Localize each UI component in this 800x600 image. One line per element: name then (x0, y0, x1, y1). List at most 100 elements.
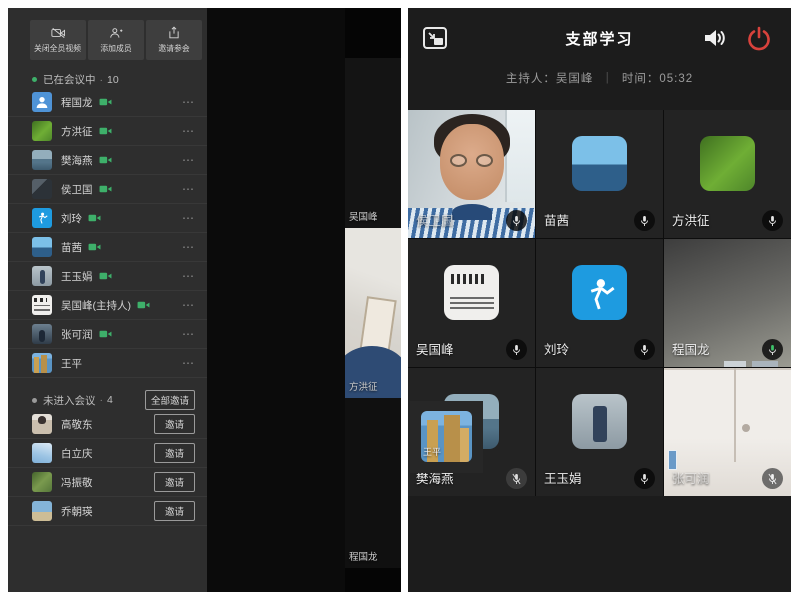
strip-video-tile: 方洪征 (345, 228, 401, 398)
meeting-header: 支部学习 (408, 8, 791, 64)
participant-row[interactable]: 方洪征 ⋯ (8, 117, 207, 146)
video-tile-live[interactable]: 侯卫国 (408, 110, 535, 238)
mic-on-icon (762, 210, 783, 231)
video-tile-live[interactable]: 程国龙 (664, 239, 791, 367)
mic-on-icon (506, 339, 527, 360)
participant-row[interactable]: 侯卫国 ⋯ (8, 175, 207, 204)
avatar (32, 501, 52, 521)
more-icon[interactable]: ⋯ (182, 356, 195, 370)
offline-row[interactable]: 高敬东 邀请 (8, 410, 207, 439)
offline-row[interactable]: 冯振敬 邀请 (8, 468, 207, 497)
avatar (32, 208, 52, 228)
more-icon[interactable]: ⋯ (182, 211, 195, 225)
participant-row[interactable]: 刘玲 ⋯ (8, 204, 207, 233)
add-member-icon (109, 27, 123, 39)
avatar (572, 136, 627, 191)
camera-on-icon (88, 242, 101, 252)
meeting-title: 支部学习 (408, 28, 791, 49)
more-icon[interactable]: ⋯ (182, 269, 195, 283)
not-joined-label: 未进入会议 (43, 393, 96, 408)
time-label: 时间： (622, 73, 660, 85)
avatar (572, 265, 627, 320)
mic-muted-icon (506, 468, 527, 489)
meeting-panel: 支部学习 主持人：吴国峰｜时间：05:32 侯卫国 苗茜 (408, 8, 791, 592)
camera-on-icon (99, 329, 112, 339)
not-joined-count: 4 (107, 394, 113, 406)
avatar (572, 394, 627, 449)
add-member-button[interactable]: 添加成员 (88, 20, 144, 60)
avatar (32, 121, 52, 141)
not-joined-section-header: 未进入会议 · 4 全部邀请 (32, 390, 195, 410)
invite-all-button[interactable]: 全部邀请 (145, 390, 195, 410)
camera-on-icon (88, 213, 101, 223)
invite-meeting-label: 邀请参会 (158, 42, 189, 53)
avatar (32, 414, 52, 434)
more-icon[interactable]: ⋯ (182, 153, 195, 167)
strip-video-tile: 吴国峰 (345, 58, 401, 228)
avatar (32, 266, 52, 286)
invite-button[interactable]: 邀请 (154, 414, 195, 434)
more-icon[interactable]: ⋯ (182, 124, 195, 138)
offline-row[interactable]: 白立庆 邀请 (8, 439, 207, 468)
camera-off-icon (51, 27, 66, 39)
participant-row-host[interactable]: 吴国峰(主持人) ⋯ (8, 291, 207, 320)
camera-on-icon (99, 126, 112, 136)
video-tile-small[interactable]: 王平 (410, 401, 483, 473)
avatar (32, 179, 52, 199)
avatar (32, 150, 52, 170)
in-meeting-section-header: 已在会议中 · 10 (32, 72, 195, 87)
meeting-subtitle: 主持人：吴国峰｜时间：05:32 (408, 70, 791, 86)
toolbar: 关闭全员视频 添加成员 邀请参会 (30, 20, 204, 60)
host-name: 吴国峰 (556, 73, 594, 85)
camera-on-icon (99, 184, 112, 194)
participant-row[interactable]: 樊海燕 ⋯ (8, 146, 207, 175)
more-icon[interactable]: ⋯ (182, 95, 195, 109)
avatar (32, 237, 52, 257)
close-all-video-button[interactable]: 关闭全员视频 (30, 20, 86, 60)
participant-row[interactable]: 王玉娟 ⋯ (8, 262, 207, 291)
avatar (32, 324, 52, 344)
participant-row[interactable]: 张可润 ⋯ (8, 320, 207, 349)
not-joined-list: 高敬东 邀请 白立庆 邀请 冯振敬 邀请 乔朝瑛 邀请 (8, 410, 207, 526)
avatar (32, 472, 52, 492)
participant-row[interactable]: 苗茜 ⋯ (8, 233, 207, 262)
strip-video-tile: 程国龙 (345, 398, 401, 568)
more-icon[interactable]: ⋯ (182, 298, 195, 312)
invite-button[interactable]: 邀请 (154, 443, 195, 463)
participant-row[interactable]: 王平 ⋯ (8, 349, 207, 378)
share-icon (168, 26, 180, 39)
avatar (32, 443, 52, 463)
video-tile-live[interactable]: 张可润 (664, 368, 791, 496)
close-all-video-label: 关闭全员视频 (35, 42, 82, 53)
offline-row[interactable]: 乔朝瑛 邀请 (8, 497, 207, 526)
power-leave-icon[interactable] (745, 25, 773, 53)
mic-on-icon (634, 339, 655, 360)
video-tile[interactable]: 苗茜 (536, 110, 663, 238)
invite-button[interactable]: 邀请 (154, 501, 195, 521)
gray-status-dot (32, 398, 37, 403)
in-meeting-list: 程国龙 ⋯ 方洪征 ⋯ 樊海燕 ⋯ 侯卫国 ⋯ 刘玲 ⋯ (8, 88, 207, 378)
video-tile[interactable]: 王玉娟 (536, 368, 663, 496)
more-icon[interactable]: ⋯ (182, 240, 195, 254)
more-icon[interactable]: ⋯ (182, 327, 195, 341)
video-tile[interactable]: 刘玲 (536, 239, 663, 367)
video-tile[interactable]: 吴国峰 (408, 239, 535, 367)
participant-row[interactable]: 程国龙 ⋯ (8, 88, 207, 117)
avatar (32, 295, 52, 315)
volume-icon[interactable] (701, 26, 729, 52)
camera-on-icon (99, 271, 112, 281)
subtitle-separator: ｜ (601, 73, 614, 85)
camera-on-icon (99, 155, 112, 165)
in-meeting-label: 已在会议中 (43, 72, 96, 87)
background-video-strip: 吴国峰 方洪征 程国龙 (345, 8, 401, 592)
mic-on-icon (634, 210, 655, 231)
mic-on-icon (634, 468, 655, 489)
invite-meeting-button[interactable]: 邀请参会 (146, 20, 202, 60)
more-icon[interactable]: ⋯ (182, 182, 195, 196)
add-member-label: 添加成员 (100, 42, 131, 53)
mic-speaking-icon (762, 339, 783, 360)
video-tile[interactable]: 方洪征 (664, 110, 791, 238)
mic-muted-icon (762, 468, 783, 489)
in-meeting-count: 10 (107, 74, 119, 86)
invite-button[interactable]: 邀请 (154, 472, 195, 492)
